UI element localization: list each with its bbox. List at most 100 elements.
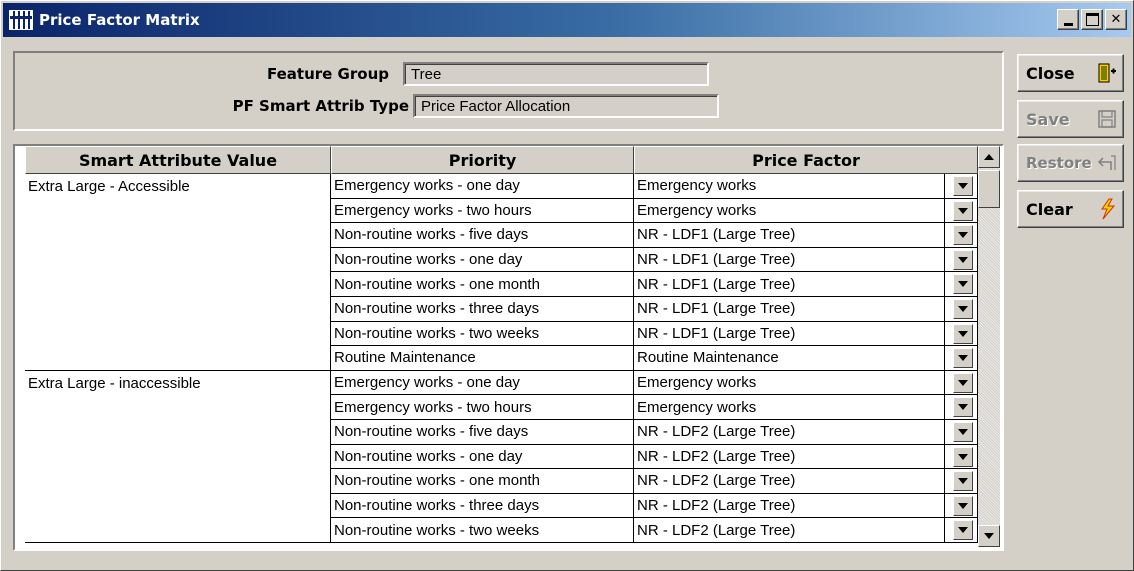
priority-cell[interactable]: Non-routine works - two weeks (331, 321, 634, 347)
smart-attribute-value-cell[interactable] (25, 395, 331, 420)
smart-attribute-value-cell[interactable] (25, 346, 331, 371)
chevron-down-icon[interactable] (953, 225, 973, 246)
smart-attribute-value-cell[interactable] (25, 321, 331, 347)
priority-cell[interactable]: Non-routine works - one month (331, 272, 634, 297)
price-factor-dropdown[interactable]: NR - LDF2 (Large Tree) (634, 518, 978, 543)
price-factor-dropdown[interactable]: NR - LDF2 (Large Tree) (634, 419, 978, 445)
smart-attribute-value-cell[interactable] (25, 223, 331, 248)
table-row: Non-routine works - two weeks NR - LDF2 (… (25, 518, 978, 543)
dropdown-separator (944, 469, 945, 493)
price-factor-dropdown[interactable]: NR - LDF1 (Large Tree) (634, 247, 978, 273)
smart-attribute-value-cell[interactable]: Extra Large - Accessible (25, 174, 331, 199)
minimize-button[interactable] (1057, 9, 1079, 30)
chevron-down-icon[interactable] (953, 495, 973, 516)
dropdown-separator (944, 419, 945, 444)
price-factor-matrix-window: Price Factor Matrix ✕ Feature Group Tree… (0, 0, 1134, 571)
vertical-scrollbar[interactable] (978, 146, 1000, 547)
smart-attribute-value-cell[interactable] (25, 419, 331, 445)
chevron-down-icon[interactable] (953, 200, 973, 221)
price-factor-dropdown[interactable]: Emergency works (634, 174, 978, 199)
dropdown-separator (944, 493, 945, 518)
price-factor-dropdown[interactable]: Emergency works (634, 370, 978, 396)
priority-cell[interactable]: Emergency works - one day (331, 370, 634, 396)
smart-attribute-value-cell[interactable] (25, 247, 331, 273)
column-header-smart-attribute-value[interactable]: Smart Attribute Value (25, 146, 331, 174)
price-factor-dropdown[interactable]: NR - LDF1 (Large Tree) (634, 223, 978, 248)
smart-attribute-value-cell[interactable] (25, 198, 331, 224)
chevron-down-icon[interactable] (953, 397, 973, 418)
priority-cell[interactable]: Non-routine works - one day (331, 444, 634, 470)
price-factor-dropdown[interactable]: NR - LDF1 (Large Tree) (634, 296, 978, 322)
title-bar[interactable]: Price Factor Matrix ✕ (3, 3, 1131, 37)
column-header-priority[interactable]: Priority (331, 146, 634, 174)
smart-attribute-value-cell[interactable] (25, 296, 331, 322)
feature-group-field: Tree (403, 62, 709, 86)
smart-attribute-value-cell[interactable] (25, 518, 331, 543)
chevron-down-icon[interactable] (953, 421, 973, 442)
dropdown-separator (944, 272, 945, 296)
chevron-down-icon[interactable] (953, 249, 973, 270)
smart-attribute-value-cell[interactable] (25, 469, 331, 494)
price-factor-dropdown[interactable]: Emergency works (634, 395, 978, 420)
price-factor-dropdown[interactable]: Routine Maintenance (634, 346, 978, 371)
chevron-down-icon[interactable] (953, 348, 973, 369)
feature-group-row: Feature Group Tree (15, 62, 709, 86)
smart-attribute-value-cell[interactable] (25, 493, 331, 519)
priority-cell[interactable]: Non-routine works - three days (331, 296, 634, 322)
price-factor-value: NR - LDF2 (Large Tree) (637, 472, 796, 490)
price-factor-dropdown[interactable]: NR - LDF1 (Large Tree) (634, 272, 978, 297)
restore-button[interactable]: Restore (1017, 144, 1124, 182)
table-row: Non-routine works - one day NR - LDF2 (La… (25, 444, 978, 470)
price-factor-value: Emergency works (637, 374, 757, 392)
priority-cell[interactable]: Non-routine works - two weeks (331, 518, 634, 543)
maximize-button[interactable] (1081, 9, 1103, 30)
price-factor-value: NR - LDF1 (Large Tree) (637, 251, 796, 269)
priority-cell[interactable]: Non-routine works - three days (331, 493, 634, 519)
price-factor-dropdown[interactable]: NR - LDF1 (Large Tree) (634, 321, 978, 347)
price-factor-dropdown[interactable]: NR - LDF2 (Large Tree) (634, 493, 978, 519)
chevron-down-icon[interactable] (953, 446, 973, 467)
price-factor-value: NR - LDF2 (Large Tree) (637, 447, 796, 465)
price-factor-dropdown[interactable]: Emergency works (634, 198, 978, 224)
close-button[interactable]: Close (1017, 54, 1124, 92)
dropdown-separator (944, 296, 945, 321)
table-row: Non-routine works - one day NR - LDF1 (La… (25, 247, 978, 273)
clear-button[interactable]: Clear (1017, 190, 1124, 228)
chevron-down-icon[interactable] (953, 471, 973, 492)
chevron-down-icon[interactable] (953, 298, 973, 319)
scroll-thumb[interactable] (978, 170, 1000, 208)
smart-attribute-value-cell[interactable]: Extra Large - inaccessible (25, 370, 331, 396)
priority-cell[interactable]: Emergency works - two hours (331, 198, 634, 224)
priority-cell[interactable]: Non-routine works - one day (331, 247, 634, 273)
window-controls: ✕ (1055, 9, 1127, 30)
undo-arrow-icon (1097, 152, 1116, 174)
chevron-down-icon[interactable] (953, 274, 973, 295)
price-factor-dropdown[interactable]: NR - LDF2 (Large Tree) (634, 444, 978, 470)
smart-attribute-value-cell[interactable] (25, 444, 331, 470)
chevron-down-icon[interactable] (953, 520, 973, 541)
floppy-disk-icon (1097, 108, 1116, 130)
priority-cell[interactable]: Routine Maintenance (331, 346, 634, 371)
smart-attribute-value-cell[interactable] (25, 272, 331, 297)
chevron-down-icon[interactable] (953, 372, 973, 393)
chevron-down-icon[interactable] (953, 176, 973, 196)
table-row: Non-routine works - two weeks NR - LDF1 (… (25, 321, 978, 347)
dropdown-separator (944, 346, 945, 370)
price-factor-grid: Smart Attribute Value Priority Price Fac… (13, 144, 1004, 551)
close-window-button[interactable]: ✕ (1105, 9, 1127, 30)
exit-door-icon (1097, 62, 1116, 84)
dropdown-separator (944, 444, 945, 469)
chevron-down-icon[interactable] (953, 323, 973, 344)
save-button[interactable]: Save (1017, 100, 1124, 138)
table-row: Non-routine works - three days NR - LDF1 … (25, 296, 978, 322)
price-factor-dropdown[interactable]: NR - LDF2 (Large Tree) (634, 469, 978, 494)
priority-cell[interactable]: Non-routine works - five days (331, 419, 634, 445)
scroll-down-arrow-icon[interactable] (978, 525, 1000, 547)
priority-cell[interactable]: Emergency works - one day (331, 174, 634, 199)
priority-cell[interactable]: Non-routine works - five days (331, 223, 634, 248)
scroll-up-arrow-icon[interactable] (978, 146, 1000, 168)
app-icon[interactable] (9, 10, 33, 30)
priority-cell[interactable]: Non-routine works - one month (331, 469, 634, 494)
priority-cell[interactable]: Emergency works - two hours (331, 395, 634, 420)
column-header-price-factor[interactable]: Price Factor (634, 146, 978, 174)
